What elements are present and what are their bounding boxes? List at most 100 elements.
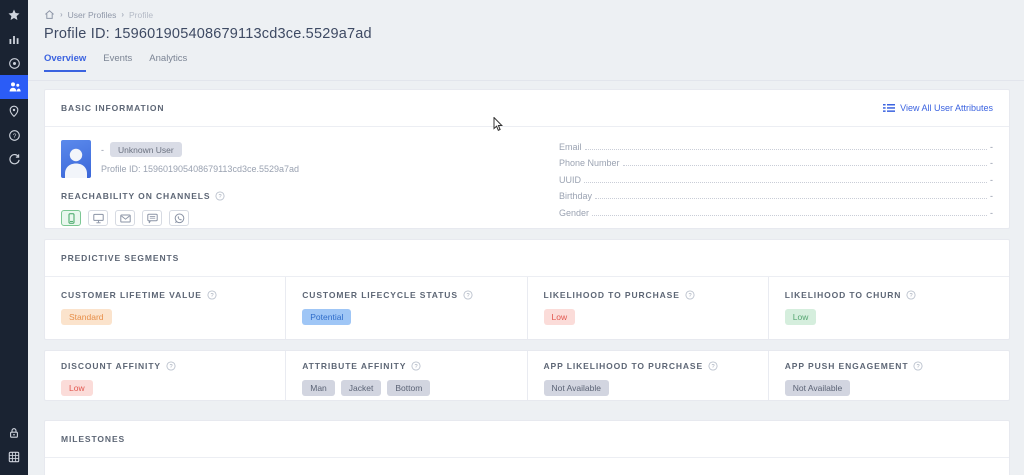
apps-grid-icon: [8, 451, 20, 463]
sidebar-item-targeting[interactable]: [0, 51, 28, 75]
sidebar-item-security[interactable]: [0, 421, 28, 445]
segments-row-2: DISCOUNT AFFINITY? Low ATTRIBUTE AFFINIT…: [45, 351, 1009, 400]
help-icon[interactable]: ?: [463, 290, 473, 300]
predictive-segments-card-row2: DISCOUNT AFFINITY? Low ATTRIBUTE AFFINIT…: [44, 350, 1010, 401]
segment-customer-lifecycle-status: CUSTOMER LIFECYCLE STATUS? Potential: [285, 277, 526, 339]
segment-label: CUSTOMER LIFECYCLE STATUS: [302, 290, 458, 300]
profile-id-line: Profile ID: 159601905408679113cd3ce.5529…: [101, 164, 299, 174]
svg-text:?: ?: [712, 364, 715, 370]
list-icon: [883, 103, 895, 113]
dotted-leader: [584, 174, 987, 183]
page-title: Profile ID: 159601905408679113cd3ce.5529…: [44, 26, 1024, 42]
svg-text:?: ?: [219, 194, 222, 200]
field-value: -: [990, 142, 993, 152]
view-all-user-attributes-link[interactable]: View All User Attributes: [883, 103, 993, 113]
field-label: Birthday: [559, 191, 592, 201]
sidebar-item-favorites[interactable]: [0, 3, 28, 27]
predictive-segments-header: PREDICTIVE SEGMENTS: [45, 240, 1009, 277]
status-badge: Low: [544, 309, 576, 325]
field-uuid: UUID-: [559, 174, 993, 190]
home-icon[interactable]: [44, 9, 55, 20]
status-badge: Low: [61, 380, 93, 396]
field-label: Phone Number: [559, 158, 620, 168]
sidebar-item-refresh[interactable]: [0, 147, 28, 171]
breadcrumb-profile: Profile: [129, 10, 153, 20]
field-value: -: [990, 191, 993, 201]
tab-events[interactable]: Events: [103, 53, 132, 72]
help-icon[interactable]: ?: [913, 361, 923, 371]
unknown-user-badge: Unknown User: [110, 142, 182, 157]
breadcrumb: › User Profiles › Profile: [44, 0, 1024, 20]
tab-bar: Overview Events Analytics: [44, 53, 1024, 72]
help-icon[interactable]: ?: [207, 290, 217, 300]
status-badge: Jacket: [341, 380, 382, 396]
svg-text:?: ?: [910, 293, 913, 299]
star-icon: [8, 9, 20, 21]
user-attribute-fields: Email- Phone Number- UUID- Birthday- Gen: [559, 140, 993, 228]
segment-likelihood-to-purchase: LIKELIHOOD TO PURCHASE? Low: [527, 277, 768, 339]
field-value: -: [990, 158, 993, 168]
dotted-leader: [585, 141, 987, 150]
basic-information-body: - Unknown User Profile ID: 1596019054086…: [45, 127, 1009, 228]
tab-overview[interactable]: Overview: [44, 53, 86, 72]
help-icon[interactable]: ?: [215, 191, 225, 201]
segment-app-likelihood-to-purchase: APP LIKELIHOOD TO PURCHASE? Not Availabl…: [527, 351, 768, 400]
breadcrumb-user-profiles[interactable]: User Profiles: [68, 10, 117, 20]
lock-icon: [8, 427, 20, 439]
channel-mobile-push-icon: [61, 210, 81, 226]
dotted-leader: [623, 157, 987, 166]
main-area: › User Profiles › Profile Profile ID: 15…: [28, 0, 1024, 475]
sidebar-top-group: ?: [0, 0, 28, 171]
segment-label: DISCOUNT AFFINITY: [61, 361, 161, 371]
help-icon[interactable]: ?: [685, 290, 695, 300]
basic-information-header: BASIC INFORMATION View All User Attribut…: [45, 90, 1009, 127]
svg-text:?: ?: [210, 293, 213, 299]
help-icon[interactable]: ?: [906, 290, 916, 300]
status-badge: Man: [302, 380, 335, 396]
segment-label: LIKELIHOOD TO CHURN: [785, 290, 902, 300]
svg-text:?: ?: [12, 132, 16, 139]
tab-analytics[interactable]: Analytics: [149, 53, 187, 72]
segment-app-push-engagement: APP PUSH ENGAGEMENT? Not Available: [768, 351, 1009, 400]
segment-label: CUSTOMER LIFETIME VALUE: [61, 290, 202, 300]
svg-text:?: ?: [415, 364, 418, 370]
svg-text:?: ?: [917, 364, 920, 370]
help-circle-icon: ?: [8, 129, 21, 142]
field-phone-number: Phone Number -: [559, 157, 993, 173]
sidebar-item-geofence[interactable]: [0, 99, 28, 123]
basic-information-title: BASIC INFORMATION: [61, 103, 164, 113]
target-icon: [8, 57, 21, 70]
segment-label: LIKELIHOOD TO PURCHASE: [544, 290, 680, 300]
segment-label: APP LIKELIHOOD TO PURCHASE: [544, 361, 704, 371]
segment-customer-lifetime-value: CUSTOMER LIFETIME VALUE? Standard: [45, 277, 285, 339]
mouse-cursor: [493, 117, 505, 132]
segment-likelihood-to-churn: LIKELIHOOD TO CHURN? Low: [768, 277, 1009, 339]
channel-sms-icon: [142, 210, 162, 226]
sidebar-item-analytics[interactable]: [0, 27, 28, 51]
page-header: › User Profiles › Profile Profile ID: 15…: [28, 0, 1024, 81]
sidebar-item-apps[interactable]: [0, 445, 28, 469]
profile-summary: - Unknown User Profile ID: 1596019054086…: [61, 140, 501, 228]
dotted-leader: [592, 207, 987, 216]
sidebar-bottom-group: [0, 421, 28, 475]
svg-text:?: ?: [466, 293, 469, 299]
sidebar-item-help[interactable]: ?: [0, 123, 28, 147]
avatar: [61, 140, 91, 178]
sidebar-item-user-profiles[interactable]: [0, 75, 28, 99]
field-gender: Gender-: [559, 207, 993, 223]
help-icon[interactable]: ?: [708, 361, 718, 371]
breadcrumb-separator: ›: [60, 10, 63, 19]
help-icon[interactable]: ?: [166, 361, 176, 371]
field-email: Email-: [559, 141, 993, 157]
field-label: Gender: [559, 208, 589, 218]
status-badge: Not Available: [544, 380, 609, 396]
svg-text:?: ?: [169, 364, 172, 370]
profile-meta: - Unknown User Profile ID: 1596019054086…: [101, 140, 299, 178]
channel-email-icon: [115, 210, 135, 226]
segment-discount-affinity: DISCOUNT AFFINITY? Low: [45, 351, 285, 400]
sidebar: ?: [0, 0, 28, 475]
milestones-title: MILESTONES: [61, 434, 125, 444]
status-badge: Standard: [61, 309, 112, 325]
status-badge: Bottom: [387, 380, 430, 396]
help-icon[interactable]: ?: [411, 361, 421, 371]
